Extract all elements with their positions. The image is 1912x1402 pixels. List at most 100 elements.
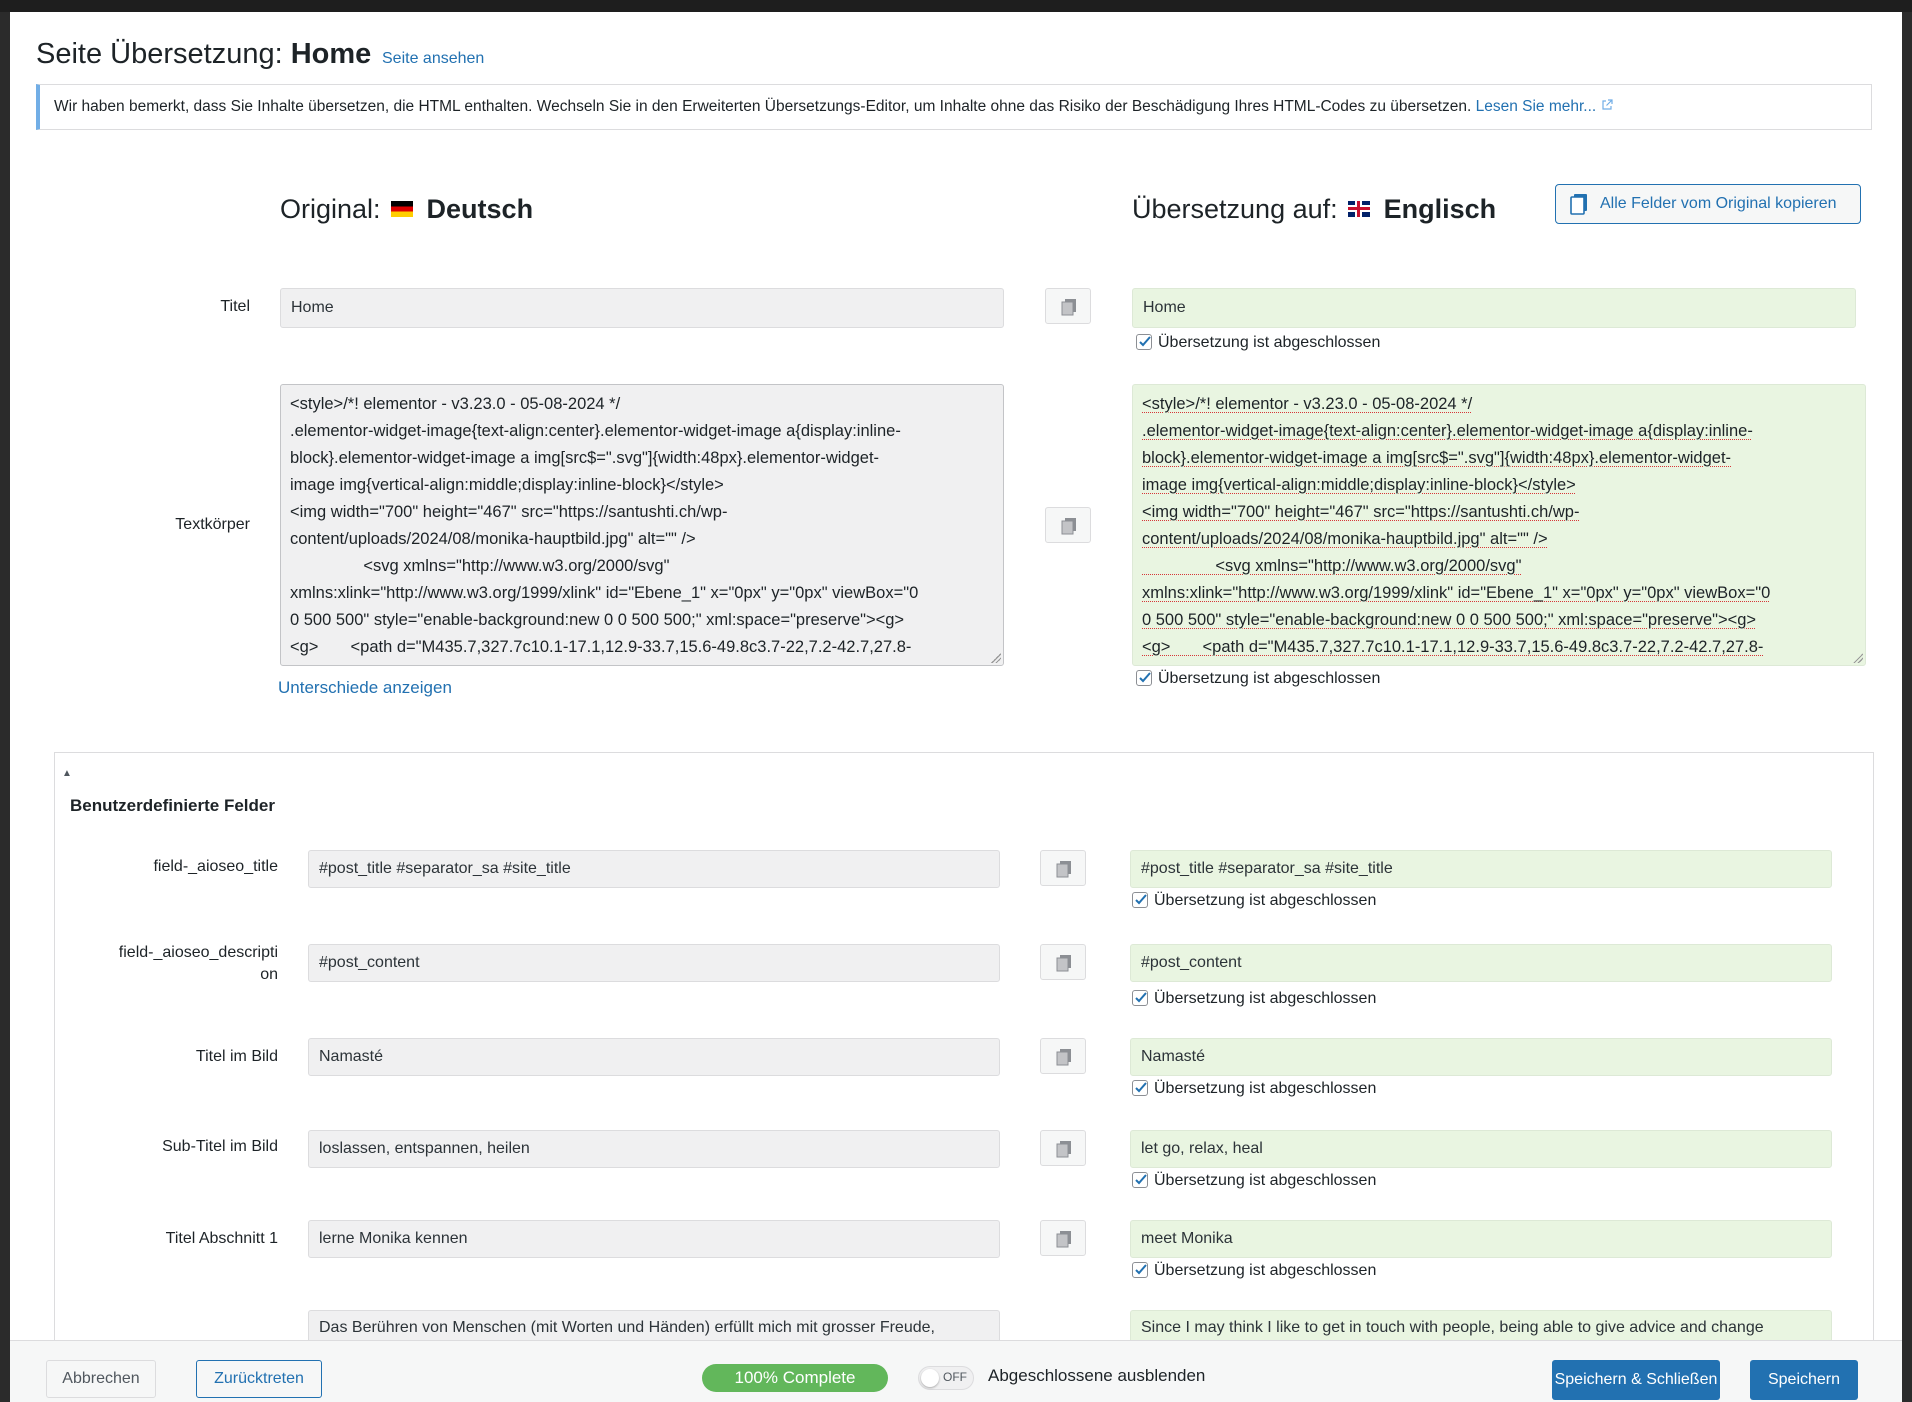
body-original-textarea: <style>/*! elementor - v3.23.0 - 05-08-2…: [280, 384, 1004, 666]
toggle-state: OFF: [943, 1370, 967, 1384]
back-button[interactable]: Zurücktreten: [196, 1360, 322, 1398]
code-line: <svg xmlns="http://www.w3.org/2000/svg": [1142, 557, 1522, 575]
custom-field-label: field-_aioseo_title: [153, 858, 278, 875]
complete-label: Übersetzung ist abgeschlossen: [1154, 1080, 1377, 1097]
toggle-knob: [921, 1369, 939, 1387]
custom-field-original: #post_title #separator_sa #site_title: [308, 850, 1000, 888]
custom-field-original: #post_content: [308, 944, 1000, 982]
copy-field-button[interactable]: [1040, 1220, 1086, 1256]
code-line: <img width="700" height="467" src="https…: [1142, 503, 1580, 521]
body-complete-checkbox[interactable]: Übersetzung ist abgeschlossen: [1136, 669, 1381, 688]
external-link-icon: [1601, 99, 1613, 114]
custom-field-translation[interactable]: let go, relax, heal: [1130, 1130, 1832, 1168]
complete-label: Übersetzung ist abgeschlossen: [1154, 1172, 1377, 1189]
checkmark-icon[interactable]: [1136, 333, 1152, 350]
custom-fields-title: Benutzerdefinierte Felder: [70, 796, 275, 815]
copy-field-button[interactable]: [1040, 850, 1086, 886]
custom-field-complete-checkbox[interactable]: Übersetzung ist abgeschlossen: [1132, 891, 1377, 910]
read-more-link[interactable]: Lesen Sie mehr...: [1476, 98, 1597, 115]
document-icon: [1570, 192, 1588, 229]
custom-field-translation[interactable]: #post_title #separator_sa #site_title: [1130, 850, 1832, 888]
complete-label: Übersetzung ist abgeschlossen: [1154, 1262, 1377, 1279]
save-button[interactable]: Speichern: [1750, 1360, 1858, 1400]
code-line: <g> <path d="M435.7,327.7c10.1-17.1,12.9…: [1142, 638, 1764, 656]
complete-label: Übersetzung ist abgeschlossen: [1154, 990, 1377, 1007]
code-line: .elementor-widget-image{text-align:cente…: [1142, 422, 1753, 440]
code-line: <style>/*! elementor - v3.23.0 - 05-08-2…: [290, 395, 621, 413]
show-differences-link[interactable]: Unterschiede anzeigen: [278, 678, 452, 698]
code-line: xmlns:xlink="http://www.w3.org/1999/xlin…: [290, 584, 919, 602]
checkmark-icon[interactable]: [1132, 1261, 1148, 1278]
title-original-field: Home: [280, 288, 1004, 328]
collapse-caret-icon[interactable]: ▲: [62, 768, 72, 779]
copy-field-button[interactable]: [1040, 1130, 1086, 1166]
code-line: <img width="700" height="467" src="https…: [290, 503, 728, 521]
body-label: Textkörper: [175, 516, 250, 533]
code-line: .elementor-widget-image{text-align:cente…: [290, 422, 901, 440]
checkmark-icon[interactable]: [1132, 989, 1148, 1006]
title-translation-field[interactable]: Home: [1132, 288, 1856, 328]
page-title-prefix: Seite Übersetzung:: [36, 38, 283, 70]
custom-field-label: Titel im Bild: [195, 1048, 278, 1065]
notice-text: Wir haben bemerkt, dass Sie Inhalte über…: [54, 98, 1472, 115]
custom-field-complete-checkbox[interactable]: Übersetzung ist abgeschlossen: [1132, 1079, 1377, 1098]
copy-all-fields-button[interactable]: Alle Felder vom Original kopieren: [1555, 184, 1861, 224]
code-line: block}.elementor-widget-image a img[src$…: [1142, 449, 1732, 467]
checkmark-icon[interactable]: [1136, 669, 1152, 686]
original-language: Deutsch: [426, 194, 534, 224]
custom-field-complete-checkbox[interactable]: Übersetzung ist abgeschlossen: [1132, 1171, 1377, 1190]
copy-field-button[interactable]: [1040, 1038, 1086, 1074]
original-language-heading: Original: Deutsch: [280, 194, 533, 225]
custom-field-translation[interactable]: meet Monika: [1130, 1220, 1832, 1258]
hide-completed-label: Abgeschlossene ausblenden: [988, 1366, 1206, 1385]
code-line: image img{vertical-align:middle;display:…: [1142, 476, 1576, 494]
title-label: Titel: [220, 298, 250, 315]
resize-handle[interactable]: [991, 653, 1001, 663]
copy-field-button[interactable]: [1040, 944, 1086, 980]
resize-handle[interactable]: [1853, 653, 1863, 663]
german-flag-icon: [390, 200, 413, 217]
code-line: xmlns:xlink="http://www.w3.org/1999/xlin…: [1142, 584, 1771, 602]
custom-field-label: Titel Abschnitt 1: [165, 1230, 278, 1247]
custom-field-complete-checkbox[interactable]: Übersetzung ist abgeschlossen: [1132, 989, 1377, 1008]
uk-flag-icon: [1347, 200, 1370, 217]
checkmark-icon[interactable]: [1132, 891, 1148, 908]
title-complete-checkbox[interactable]: Übersetzung ist abgeschlossen: [1136, 333, 1381, 352]
cancel-button[interactable]: Abbrechen: [46, 1360, 156, 1398]
custom-field-original: lerne Monika kennen: [308, 1220, 1000, 1258]
custom-field-label: field-_aioseo_descripti on: [80, 942, 278, 986]
code-line: content/uploads/2024/08/monika-hauptbild…: [290, 530, 696, 548]
code-line: 0 500 500" style="enable-background:new …: [1142, 611, 1757, 629]
complete-label: Übersetzung ist abgeschlossen: [1154, 892, 1377, 909]
code-line: image img{vertical-align:middle;display:…: [290, 476, 724, 494]
custom-field-complete-checkbox[interactable]: Übersetzung ist abgeschlossen: [1132, 1261, 1377, 1280]
original-label: Original:: [280, 194, 381, 224]
page-title-name: Home: [290, 38, 372, 70]
checkmark-icon[interactable]: [1132, 1171, 1148, 1188]
browser-top-strip: [0, 0, 1912, 12]
custom-field-original: loslassen, entspannen, heilen: [308, 1130, 1000, 1168]
custom-field-label-line1: field-_aioseo_descripti: [118, 944, 278, 961]
custom-field-translation[interactable]: #post_content: [1130, 944, 1832, 982]
copy-all-label: Alle Felder vom Original kopieren: [1600, 195, 1837, 212]
page-title: Seite Übersetzung: Home: [36, 38, 371, 71]
code-line: content/uploads/2024/08/monika-hauptbild…: [1142, 530, 1548, 548]
translation-language: Englisch: [1383, 194, 1497, 224]
html-notice: Wir haben bemerkt, dass Sie Inhalte über…: [36, 84, 1872, 130]
copy-title-button[interactable]: [1045, 288, 1091, 324]
copy-body-button[interactable]: [1045, 507, 1091, 543]
code-line: 0 500 500" style="enable-background:new …: [290, 611, 905, 629]
save-and-close-button[interactable]: Speichern & Schließen: [1552, 1360, 1720, 1400]
body-translation-textarea[interactable]: <style>/*! elementor - v3.23.0 - 05-08-2…: [1132, 384, 1866, 666]
custom-field-original: Namasté: [308, 1038, 1000, 1076]
code-line: block}.elementor-widget-image a img[src$…: [290, 449, 880, 467]
view-page-link[interactable]: Seite ansehen: [382, 50, 484, 68]
custom-field-label-line2: on: [260, 966, 278, 983]
custom-field-translation[interactable]: Namasté: [1130, 1038, 1832, 1076]
hide-completed-toggle[interactable]: OFF: [918, 1366, 974, 1390]
checkmark-icon[interactable]: [1132, 1079, 1148, 1096]
code-line: <svg xmlns="http://www.w3.org/2000/svg": [290, 557, 670, 575]
complete-label: Übersetzung ist abgeschlossen: [1158, 334, 1381, 351]
complete-label: Übersetzung ist abgeschlossen: [1158, 670, 1381, 687]
translation-modal: Seite Übersetzung: Home Seite ansehen Wi…: [10, 12, 1902, 1402]
